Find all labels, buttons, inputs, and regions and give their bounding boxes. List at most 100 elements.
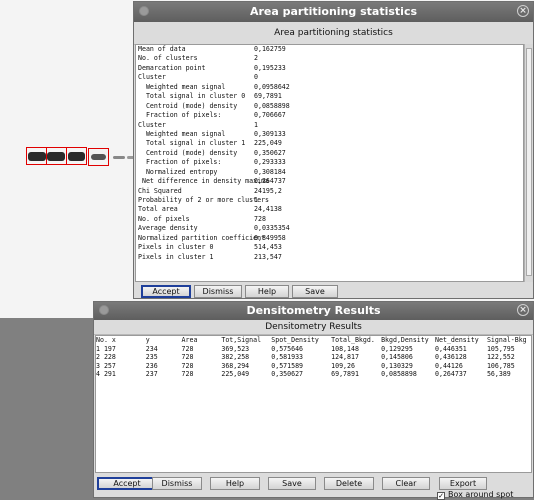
stats-row: No. of pixels 728 [136, 215, 523, 224]
column-header: Tot,Signal [221, 336, 262, 344]
stats-row: Mean of data 0,162759 [136, 45, 523, 54]
stats-row-value: 225,049 [254, 139, 282, 148]
box-around-spot-checkbox[interactable]: ✓ [437, 492, 445, 500]
results-titlebar[interactable]: Densitometry Results × [94, 302, 533, 320]
table-cell: 0,145806 [381, 353, 413, 361]
table-cell: 237 [145, 370, 158, 378]
stats-row-label: Normalized entropy [138, 167, 218, 176]
close-icon[interactable]: × [517, 304, 529, 316]
roi-box-2[interactable] [46, 147, 67, 165]
stats-row: Total signal in cluster 1 225,049 [136, 139, 523, 148]
table-cell: 0,575646 [271, 344, 304, 353]
stats-row: Fraction of pixels: 0,706667 [136, 111, 523, 120]
results-export-button[interactable]: Export [439, 477, 487, 490]
table-cell: 0,581933 [271, 353, 304, 361]
table-cell: 0,0858898 [381, 370, 417, 378]
table-cell: 728 [181, 370, 194, 378]
table-cell: 124,817 [331, 353, 359, 361]
table-cell: 108,148 [331, 344, 359, 353]
dismiss-button[interactable]: Dismiss [194, 285, 242, 298]
stats-row: Centroid (mode) density 0,350627 [136, 149, 523, 158]
table-cell: 56,389 [486, 370, 511, 378]
results-save-button[interactable]: Save [268, 477, 316, 490]
results-window: Densitometry Results × Densitometry Resu… [93, 301, 534, 498]
results-header-row: No. x y Area Tot,Signal Spot_Density Total_Bk… [96, 336, 531, 345]
table-cell: 0,44126 [435, 361, 463, 370]
table-cell: 236 [145, 361, 158, 370]
results-body: 1 197 234 728 369,523 0,575646 108,148 0,12929… [96, 345, 531, 379]
column-header: Spot_Density [271, 336, 319, 344]
accept-button[interactable]: Accept [141, 285, 191, 298]
results-delete-button[interactable]: Delete [324, 477, 374, 490]
table-cell: 0,129295 [381, 344, 413, 353]
results-accept-button[interactable]: Accept [97, 477, 157, 490]
stats-row: Normalized partition coefficient 0,849958 [136, 234, 523, 243]
table-cell: 106,785 [486, 361, 515, 370]
table-cell: 728 [181, 361, 194, 370]
results-table-area[interactable]: No. x y Area Tot,Signal Spot_Density Total_Bk… [95, 335, 532, 473]
table-cell: 122,552 [486, 353, 515, 361]
stats-row: Total signal in cluster 0 69,7891 [136, 92, 523, 101]
results-dismiss-button[interactable]: Dismiss [152, 477, 202, 490]
stats-row-value: 0 [254, 73, 258, 82]
window-menu-icon[interactable] [139, 6, 149, 16]
table-row[interactable]: 3 257 236 728 368,294 0,571589 109,26 0,130329… [96, 362, 531, 371]
close-icon[interactable]: × [517, 5, 529, 17]
stats-row-label: Average density [138, 224, 198, 233]
roi-box-3[interactable] [66, 147, 87, 165]
stats-scrollbar[interactable] [524, 44, 533, 282]
stats-text-area[interactable]: Mean of data 0,162759 No. of clusters 2 Dema… [135, 44, 524, 282]
table-cell: 728 [181, 344, 194, 353]
table-cell: 382,258 [221, 353, 250, 361]
stats-row: Normalized entropy 0,308184 [136, 168, 523, 177]
stats-row-value: 0,264737 [254, 177, 286, 186]
stats-row-value: 0,162759 [254, 45, 286, 53]
stats-row-value: 0,849958 [254, 233, 286, 242]
table-cell: 0,130329 [381, 361, 413, 370]
stats-row-label: Centroid (mode) density [138, 148, 238, 157]
table-cell: 234 [145, 344, 158, 353]
table-cell: 235 [145, 353, 158, 361]
stats-titlebar[interactable]: Area partitioning statistics × [134, 2, 533, 22]
stats-row-label: Cluster [138, 73, 166, 82]
stats-row: Pixels in cluster 0 514,453 [136, 243, 523, 252]
stats-row-label: No. of clusters [138, 54, 198, 63]
stats-row-value: 2 [254, 54, 258, 63]
gel-band [113, 156, 125, 159]
stats-row-value: 0,0335354 [254, 224, 290, 233]
results-clear-button[interactable]: Clear [382, 477, 430, 490]
stats-row: Weighted mean signal 0,309133 [136, 130, 523, 139]
stats-row: No. of clusters 2 [136, 54, 523, 63]
table-cell: 0,436128 [435, 353, 467, 361]
stats-row-label: No. of pixels [138, 214, 190, 223]
stats-row-label: Centroid (mode) density [138, 101, 238, 110]
stats-row-value: 0,309133 [254, 129, 286, 138]
table-cell: 4 291 [96, 370, 116, 378]
help-button[interactable]: Help [245, 285, 289, 298]
stats-row-label: Net difference in density maxima [138, 177, 270, 186]
stats-row: Weighted mean signal 0,0958642 [136, 83, 523, 92]
column-header: Total_Bkgd. [331, 336, 375, 344]
stats-subtitle: Area partitioning statistics [134, 22, 533, 45]
stats-row-value: 24,4138 [254, 205, 282, 214]
stats-row-value: 1 [254, 120, 258, 129]
stats-rows: Mean of data 0,162759 No. of clusters 2 Dema… [136, 45, 523, 262]
roi-box-4[interactable] [88, 148, 109, 166]
results-help-button[interactable]: Help [210, 477, 260, 490]
table-cell: 728 [181, 353, 194, 361]
table-cell: 109,26 [331, 361, 355, 370]
stats-row-value: 514,453 [254, 243, 282, 252]
table-cell: 1 197 [96, 344, 116, 353]
stats-scrollbar-thumb[interactable] [526, 48, 532, 276]
stats-row-label: Demarcation point [138, 63, 206, 72]
table-row[interactable]: 2 228 235 728 382,258 0,581933 124,817 0,14580… [96, 353, 531, 362]
column-header: Bkgd,Density [381, 336, 429, 344]
table-row[interactable]: 1 197 234 728 369,523 0,575646 108,148 0,12929… [96, 345, 531, 354]
column-header: Area [181, 336, 198, 344]
roi-box-1[interactable] [26, 147, 47, 165]
table-cell: 225,049 [221, 370, 250, 378]
window-menu-icon[interactable] [99, 305, 109, 315]
table-row[interactable]: 4 291 237 728 225,049 0,350627 69,7891 0,08588… [96, 370, 531, 379]
save-button[interactable]: Save [292, 285, 338, 298]
stats-row-label: Probability of 2 or more clusters [138, 196, 270, 204]
